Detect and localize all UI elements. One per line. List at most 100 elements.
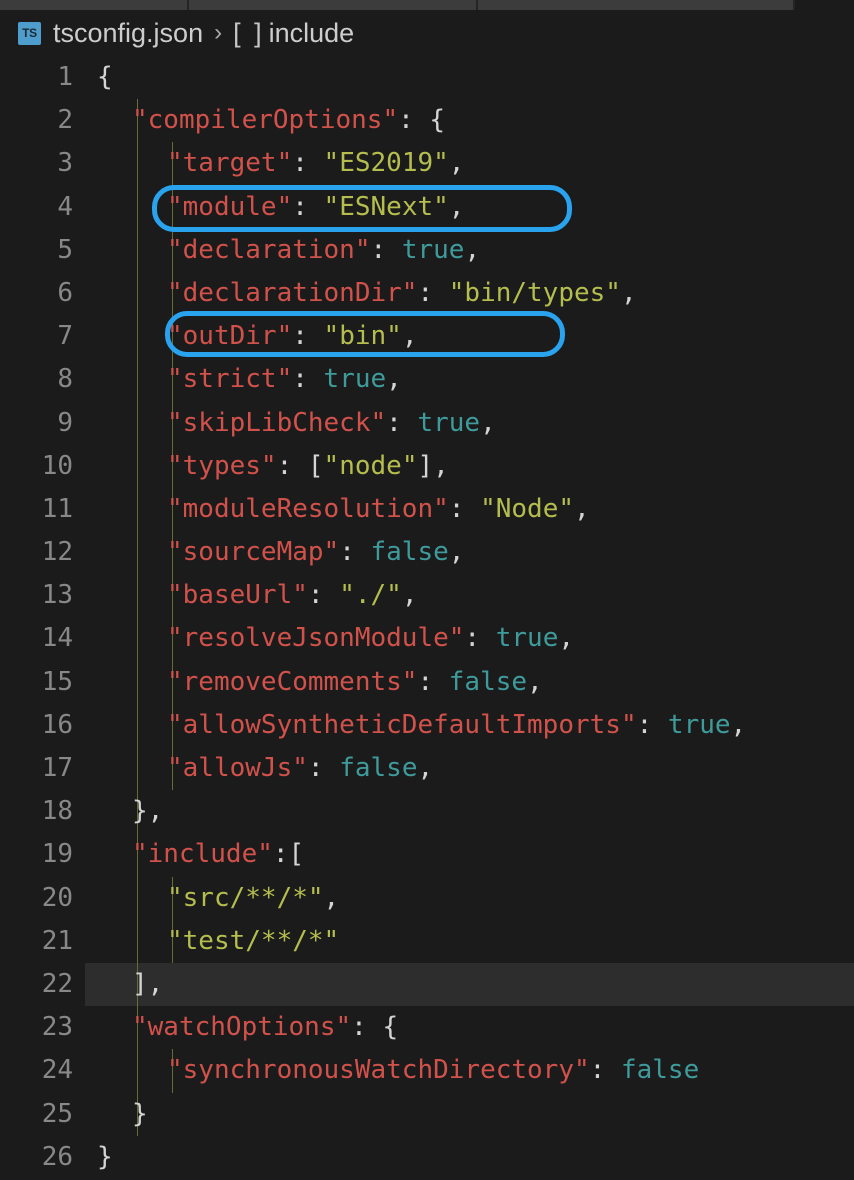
- indent-guide: [137, 185, 138, 229]
- line-number: 22: [0, 962, 85, 1007]
- code-line-content: "moduleResolution": "Node",: [167, 488, 590, 531]
- token-punct: :: [292, 364, 324, 395]
- token-key: "allowJs": [167, 753, 308, 783]
- token-punct: :: [464, 623, 496, 654]
- code-line[interactable]: 20 "src/**/*",: [0, 876, 854, 920]
- code-line-content: "skipLibCheck": true,: [167, 402, 496, 445]
- line-number: 17: [41, 753, 73, 783]
- code-line-content: "synchronousWatchDirectory": false: [167, 1049, 699, 1092]
- code-line-content: }: [97, 1136, 113, 1179]
- token-str: "./": [339, 580, 402, 611]
- indent-guide: [137, 315, 138, 359]
- editor-tab-3[interactable]: [478, 0, 795, 10]
- breadcrumb: TS tsconfig.json › [ ] include: [0, 10, 854, 56]
- code-line[interactable]: 22],: [0, 962, 854, 1007]
- code-line[interactable]: 24 "synchronousWatchDirectory": false: [0, 1049, 854, 1093]
- token-str: "ES2019": [323, 148, 449, 179]
- token-key: "compilerOptions": [132, 105, 399, 136]
- code-line-content: "watchOptions": {: [132, 1006, 398, 1049]
- token-brace: }: [97, 1141, 113, 1172]
- indent-guide: [137, 271, 138, 316]
- code-line[interactable]: 19 "include":[: [0, 833, 854, 877]
- token-key: "resolveJsonModule": [167, 623, 465, 654]
- line-number: 6: [57, 277, 73, 308]
- indent-guide: [137, 142, 138, 186]
- code-line[interactable]: 9 "skipLibCheck": true,: [0, 401, 854, 445]
- line-number: 16: [41, 709, 73, 740]
- code-line-content: "declaration": true,: [167, 229, 480, 272]
- code-line[interactable]: 13 "baseUrl": "./",: [0, 574, 854, 618]
- editor-tab-1[interactable]: [0, 0, 189, 10]
- token-brace: {: [382, 1012, 399, 1043]
- code-line[interactable]: 15 "removeComments": false,: [0, 660, 854, 704]
- token-key: "outDir": [167, 321, 293, 352]
- code-line[interactable]: 1{: [0, 56, 854, 99]
- token-punct: :: [417, 277, 449, 308]
- code-editor-surface[interactable]: 1{2 "compilerOptions": {3 "target": "ES201…: [0, 56, 854, 1180]
- code-line[interactable]: 3 "target": "ES2019",: [0, 142, 854, 186]
- code-line-content: "resolveJsonModule": true,: [167, 617, 574, 660]
- token-punct: ],: [132, 968, 164, 999]
- token-key: "moduleResolution": [167, 493, 449, 524]
- token-punct: :: [307, 580, 340, 611]
- token-str: "ESNext": [323, 191, 449, 222]
- breadcrumb-symbol-name[interactable]: include: [269, 18, 355, 49]
- code-line[interactable]: 17 "allowJs": false,: [0, 747, 854, 791]
- token-punct: ,: [417, 753, 434, 783]
- code-line[interactable]: 6 "declarationDir": "bin/types",: [0, 271, 854, 316]
- token-punct: : [: [276, 450, 324, 481]
- code-line[interactable]: 7 "outDir": "bin",: [0, 315, 854, 359]
- code-line-content: "types": ["node"],: [167, 445, 449, 488]
- code-line[interactable]: 26}: [0, 1136, 854, 1179]
- code-line[interactable]: 4 "module": "ESNext",: [0, 185, 854, 229]
- line-number: 5: [57, 234, 73, 265]
- token-punct: :[: [272, 839, 305, 870]
- token-punct: :: [351, 1012, 383, 1043]
- code-line[interactable]: 11 "moduleResolution": "Node",: [0, 487, 854, 532]
- token-bool: false: [620, 1055, 700, 1086]
- token-punct: ,: [323, 882, 340, 913]
- token-punct: ,: [574, 493, 590, 524]
- token-bool: true: [495, 623, 559, 654]
- tab-strip-empty-area: [795, 0, 854, 10]
- token-key: "allowSyntheticDefaultImports": [167, 709, 637, 740]
- token-key: "removeComments": [167, 666, 418, 697]
- line-number: 1: [57, 62, 73, 92]
- indent-guide: [137, 401, 138, 445]
- code-line-content: "src/**/*",: [167, 877, 339, 920]
- token-bool: true: [417, 407, 481, 438]
- code-line[interactable]: 23 "watchOptions": {: [0, 1006, 854, 1050]
- line-number: 24: [41, 1055, 73, 1086]
- token-brace: }: [132, 1098, 148, 1129]
- token-punct: ,: [448, 148, 465, 179]
- token-bool: false: [339, 753, 418, 783]
- token-punct: :: [636, 709, 668, 740]
- code-line[interactable]: 5 "declaration": true,: [0, 228, 854, 272]
- code-line[interactable]: 16 "allowSyntheticDefaultImports": true,: [0, 703, 854, 747]
- code-line[interactable]: 10 "types": ["node"],: [0, 444, 854, 488]
- editor-tab-2[interactable]: [189, 0, 478, 10]
- token-bool: false: [448, 666, 528, 697]
- code-line[interactable]: 18},: [0, 790, 854, 834]
- code-line-content: "removeComments": false,: [167, 661, 543, 704]
- token-bool: false: [370, 537, 449, 568]
- line-number: 26: [41, 1141, 73, 1172]
- indent-guide: [137, 1049, 138, 1093]
- code-line[interactable]: 8 "strict": true,: [0, 358, 854, 402]
- code-line-content: "strict": true,: [167, 358, 402, 401]
- code-line[interactable]: 21 "test/**/*": [0, 919, 854, 963]
- code-line-content: "declarationDir": "bin/types",: [167, 272, 637, 315]
- code-line[interactable]: 25}: [0, 1092, 854, 1136]
- indent-guide: [137, 747, 138, 791]
- code-line[interactable]: 2 "compilerOptions": {: [0, 99, 854, 143]
- typescript-file-icon: TS: [18, 21, 41, 45]
- indent-guide: [137, 703, 138, 747]
- code-line[interactable]: 12 "sourceMap": false,: [0, 531, 854, 575]
- token-brace: {: [429, 105, 446, 136]
- code-line-content: "test/**/*": [167, 920, 339, 963]
- line-number: 2: [57, 105, 73, 136]
- breadcrumb-file-name[interactable]: tsconfig.json: [53, 18, 203, 49]
- code-line[interactable]: 14 "resolveJsonModule": true,: [0, 617, 854, 661]
- line-number: 10: [41, 450, 73, 481]
- line-number: 25: [41, 1098, 73, 1129]
